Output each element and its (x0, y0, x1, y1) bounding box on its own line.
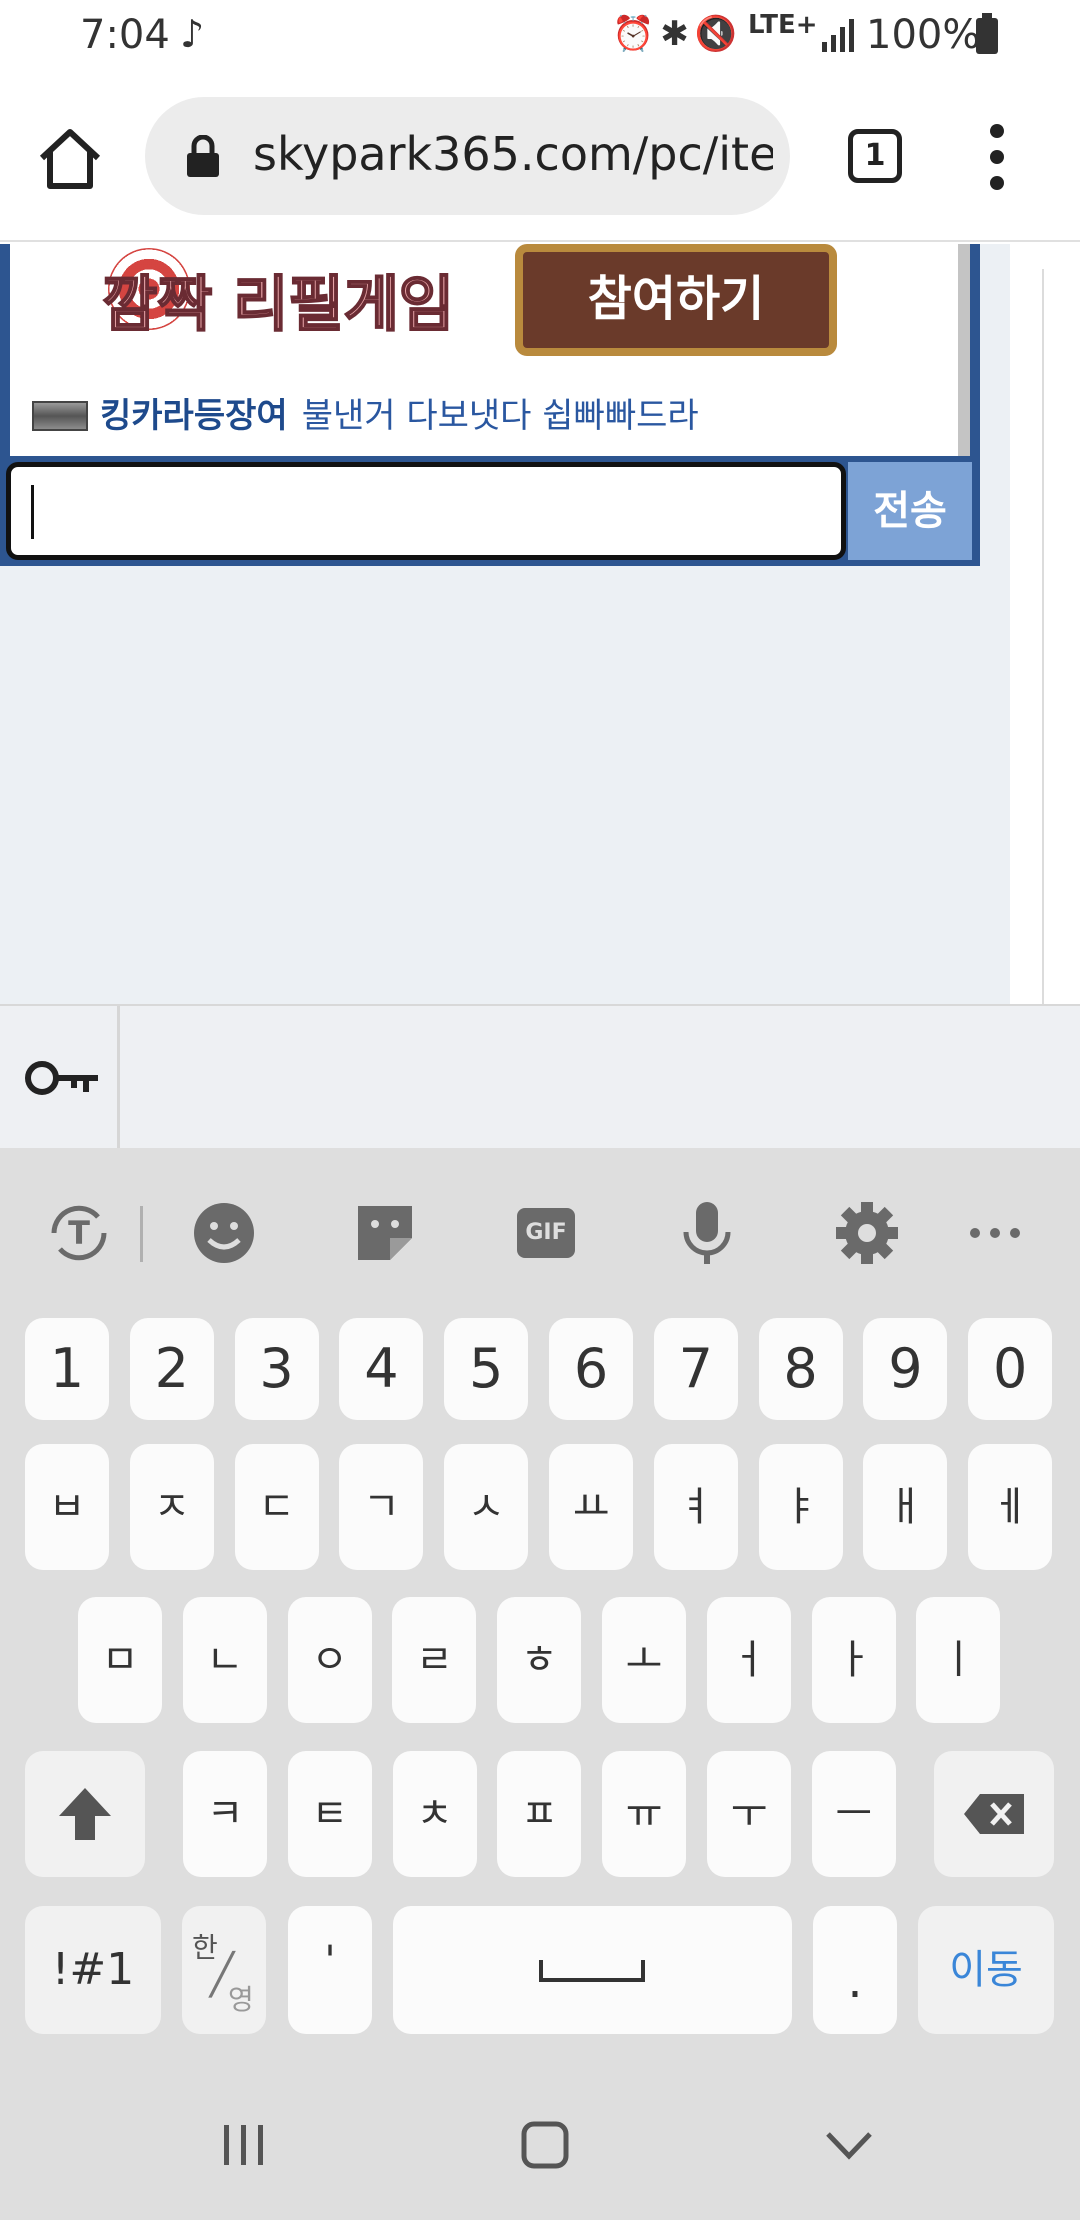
key-ㅇ[interactable]: ㅇ (287, 1597, 372, 1723)
chat-input[interactable] (6, 462, 846, 560)
user-rank-badge (32, 401, 88, 431)
key-ㅣ[interactable]: ㅣ (916, 1597, 1001, 1723)
key-ㅛ[interactable]: ㅛ (549, 1444, 633, 1570)
key-ㄹ[interactable]: ㄹ (392, 1597, 477, 1723)
microphone-icon[interactable] (672, 1198, 742, 1268)
column-divider (1042, 269, 1044, 1004)
svg-text:T: T (68, 1214, 90, 1252)
tab-switcher-button[interactable]: 1 (848, 129, 902, 183)
key-ㅠ[interactable]: ㅠ (602, 1751, 687, 1877)
key-7[interactable]: 7 (653, 1318, 738, 1420)
key-ㅎ[interactable]: ㅎ (497, 1597, 582, 1723)
key-ㅁ[interactable]: ㅁ (78, 1597, 162, 1723)
translate-icon[interactable]: T (44, 1198, 114, 1268)
key-ㅐ[interactable]: ㅐ (863, 1444, 948, 1570)
chat-username[interactable]: 킹카라등장여 (100, 396, 288, 436)
join-event-button[interactable]: 참여하기 (515, 244, 837, 356)
keyboard-suggestion-bar (0, 1004, 1080, 1150)
chat-messages: 깜짝 리필게임 참여하기 킹카라등장여 불낸거 다보냇다 쉽빠빠드라 (10, 244, 970, 456)
key-ㅕ[interactable]: ㅕ (653, 1444, 738, 1570)
key-ㄱ[interactable]: ㄱ (339, 1444, 424, 1570)
chat-scrollbar[interactable] (958, 244, 970, 456)
address-bar[interactable]: skypark365.com/pc/item (145, 97, 790, 215)
more-vert-icon[interactable] (982, 124, 1012, 190)
gif-icon[interactable]: GIF (517, 1208, 575, 1258)
apostrophe-key[interactable]: ' (288, 1906, 372, 2034)
status-bar: 7:04 ♪ ⏰✱🔇 LTE+ 100% (0, 0, 1080, 72)
send-button[interactable]: 전송 (848, 462, 972, 560)
chat-message: 킹카라등장여 불낸거 다보냇다 쉽빠빠드라 (32, 388, 699, 437)
web-content: 깜짝 리필게임 참여하기 킹카라등장여 불낸거 다보냇다 쉽빠빠드라 전송 (0, 244, 1080, 1004)
status-time: 7:04 (80, 12, 170, 58)
lock-icon (187, 135, 219, 177)
more-icon[interactable] (960, 1198, 1030, 1268)
key-ㅗ[interactable]: ㅗ (602, 1597, 686, 1723)
language-switch-key[interactable]: 한 ╱ 영 (182, 1906, 266, 2034)
period-key[interactable]: . (813, 1906, 897, 2034)
keyboard: T GIF !#1 한 ╱ 영 ' . 이동 1 2 3 4 5 6 7 8 9… (0, 1148, 1080, 2080)
key-ㅜ[interactable]: ㅜ (707, 1751, 791, 1877)
backspace-key[interactable] (934, 1751, 1054, 1877)
key-ㅍ[interactable]: ㅍ (497, 1751, 582, 1877)
key-0[interactable]: 0 (968, 1318, 1053, 1420)
battery-percent: 100% (866, 12, 981, 58)
key-5[interactable]: 5 (444, 1318, 529, 1420)
key-1[interactable]: 1 (25, 1318, 109, 1420)
home-nav-icon[interactable] (520, 2120, 570, 2170)
status-icons: ⏰✱🔇 (612, 14, 744, 54)
key-ㅔ[interactable]: ㅔ (968, 1444, 1053, 1570)
signal-icon (822, 19, 854, 52)
symbols-key[interactable]: !#1 (25, 1906, 161, 2034)
key-ㅏ[interactable]: ㅏ (811, 1597, 896, 1723)
chat-panel: 깜짝 리필게임 참여하기 킹카라등장여 불낸거 다보냇다 쉽빠빠드라 전송 (0, 244, 980, 566)
key-ㅂ[interactable]: ㅂ (25, 1444, 109, 1570)
navigation-bar (0, 2080, 1080, 2220)
right-column (1010, 244, 1080, 1004)
space-key[interactable] (393, 1906, 792, 2034)
key-8[interactable]: 8 (758, 1318, 843, 1420)
key-4[interactable]: 4 (339, 1318, 424, 1420)
url-text: skypark365.com/pc/item (253, 127, 773, 181)
key-ㅅ[interactable]: ㅅ (444, 1444, 529, 1570)
chat-message-text: 불낸거 다보냇다 쉽빠빠드라 (301, 396, 699, 436)
recent-apps-icon[interactable] (219, 2120, 269, 2170)
key-ㅈ[interactable]: ㅈ (129, 1444, 214, 1570)
battery-icon (976, 13, 998, 54)
key-ㄴ[interactable]: ㄴ (182, 1597, 267, 1723)
key-3[interactable]: 3 (234, 1318, 319, 1420)
key-2[interactable]: 2 (129, 1318, 214, 1420)
password-manager-button[interactable] (0, 1006, 120, 1150)
shift-icon (59, 1788, 111, 1840)
home-icon[interactable] (36, 124, 104, 192)
key-ㅊ[interactable]: ㅊ (392, 1751, 477, 1877)
sticker-icon[interactable] (350, 1198, 420, 1268)
key-icon (25, 1061, 98, 1095)
key-ㅌ[interactable]: ㅌ (287, 1751, 372, 1877)
lang-english-label: 영 (228, 1983, 254, 2016)
key-9[interactable]: 9 (863, 1318, 948, 1420)
backspace-icon (964, 1794, 1024, 1834)
shift-key[interactable] (25, 1751, 145, 1877)
key-ㅓ[interactable]: ㅓ (706, 1597, 791, 1723)
back-nav-icon[interactable] (824, 2120, 874, 2170)
key-ㅡ[interactable]: ㅡ (811, 1751, 896, 1877)
keyboard-toolbar: T GIF (0, 1148, 1080, 1318)
text-cursor (31, 485, 34, 539)
toolbar-separator (140, 1206, 143, 1262)
enter-key[interactable]: 이동 (918, 1906, 1054, 2034)
music-note-icon: ♪ (180, 12, 205, 56)
event-banner-text: 깜짝 리필게임 (101, 269, 455, 341)
key-ㅑ[interactable]: ㅑ (758, 1444, 843, 1570)
settings-icon[interactable] (832, 1198, 902, 1268)
key-6[interactable]: 6 (549, 1318, 633, 1420)
network-type: LTE+ (748, 10, 818, 40)
key-ㄷ[interactable]: ㄷ (234, 1444, 319, 1570)
browser-toolbar: skypark365.com/pc/item 1 (0, 72, 1080, 242)
key-ㅋ[interactable]: ㅋ (183, 1751, 267, 1877)
spacebar-icon (539, 1960, 645, 1982)
emoji-icon[interactable] (189, 1198, 259, 1268)
